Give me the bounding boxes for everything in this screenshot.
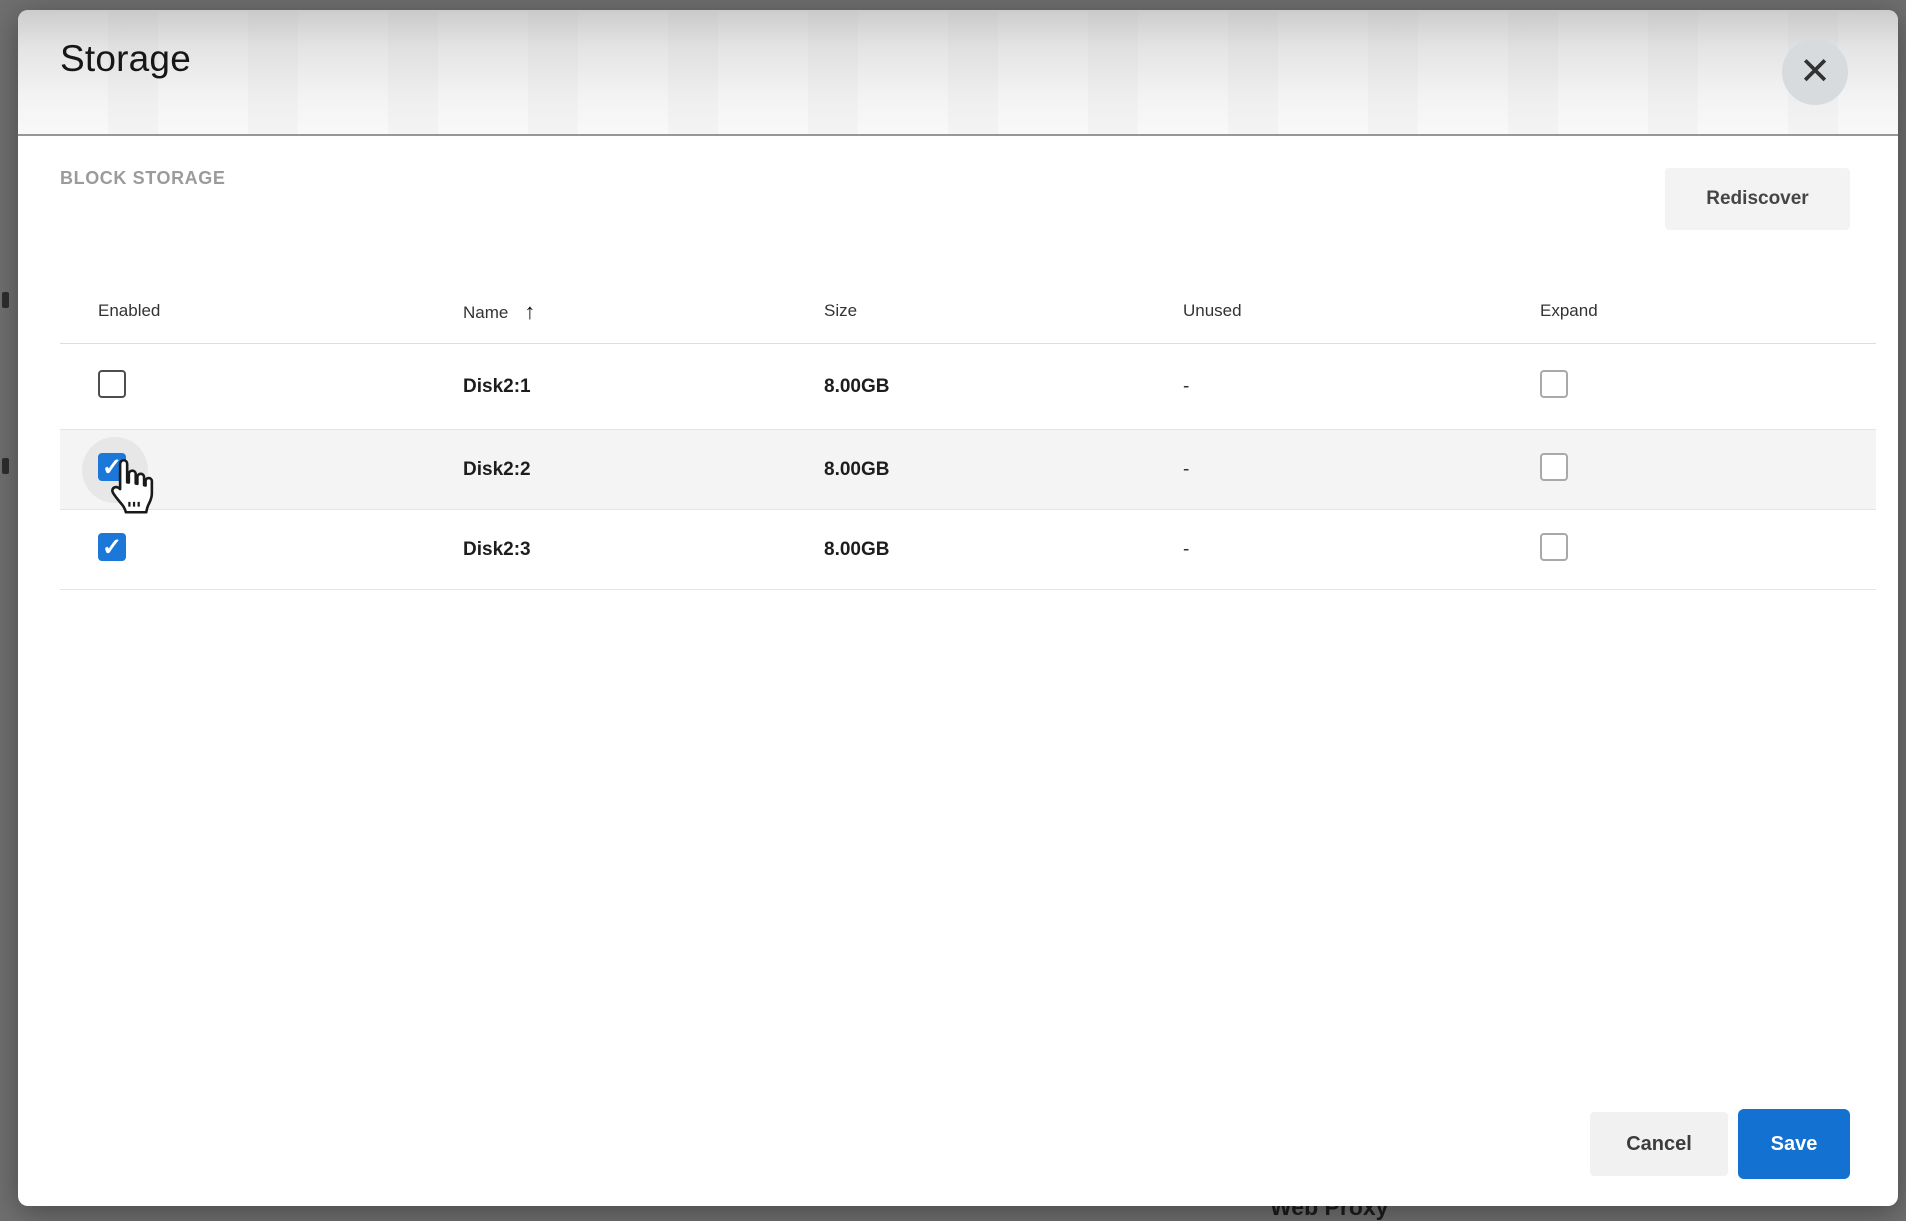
enabled-checkbox[interactable]: [98, 453, 126, 481]
cancel-button[interactable]: Cancel: [1590, 1112, 1728, 1176]
column-header-name[interactable]: Name↑: [463, 298, 824, 324]
disk-name: Disk2:3: [463, 539, 824, 561]
table-header-row: Enabled Name↑ Size Unused Expand: [60, 278, 1876, 344]
table-row-disk2-1: Disk2:1 8.00GB -: [60, 344, 1876, 430]
background-text-fragment: [2, 458, 9, 474]
close-button[interactable]: ✕: [1782, 39, 1848, 105]
storage-dialog: Storage ✕ BLOCK STORAGE Rediscover Enabl…: [18, 10, 1898, 1206]
disk-size: 8.00GB: [824, 376, 1183, 398]
column-header-expand[interactable]: Expand: [1540, 301, 1876, 321]
disk-unused: -: [1183, 459, 1540, 481]
disk-unused: -: [1183, 539, 1540, 561]
column-header-unused[interactable]: Unused: [1183, 301, 1540, 321]
column-header-enabled[interactable]: Enabled: [98, 301, 463, 321]
disk-size: 8.00GB: [824, 459, 1183, 481]
close-icon: ✕: [1782, 39, 1848, 105]
expand-checkbox[interactable]: [1540, 370, 1568, 398]
disk-unused: -: [1183, 376, 1540, 398]
sort-ascending-icon[interactable]: ↑: [524, 299, 535, 325]
dialog-header: Storage ✕: [18, 10, 1898, 136]
expand-checkbox[interactable]: [1540, 453, 1568, 481]
dialog-title: Storage: [60, 38, 191, 80]
disk-size: 8.00GB: [824, 539, 1183, 561]
background-text-fragment: [2, 292, 9, 308]
block-storage-table: Enabled Name↑ Size Unused Expand Disk2:1…: [60, 278, 1876, 590]
rediscover-button[interactable]: Rediscover: [1665, 168, 1850, 230]
disk-name: Disk2:2: [463, 459, 824, 481]
disk-name: Disk2:1: [463, 376, 824, 398]
save-button[interactable]: Save: [1738, 1109, 1850, 1179]
expand-checkbox[interactable]: [1540, 533, 1568, 561]
enabled-checkbox[interactable]: [98, 370, 126, 398]
table-row-disk2-3: Disk2:3 8.00GB -: [60, 510, 1876, 590]
table-row-disk2-2: Disk2:2 8.00GB -: [60, 430, 1876, 510]
column-header-size[interactable]: Size: [824, 301, 1183, 321]
section-label: BLOCK STORAGE: [60, 168, 225, 189]
enabled-checkbox[interactable]: [98, 533, 126, 561]
